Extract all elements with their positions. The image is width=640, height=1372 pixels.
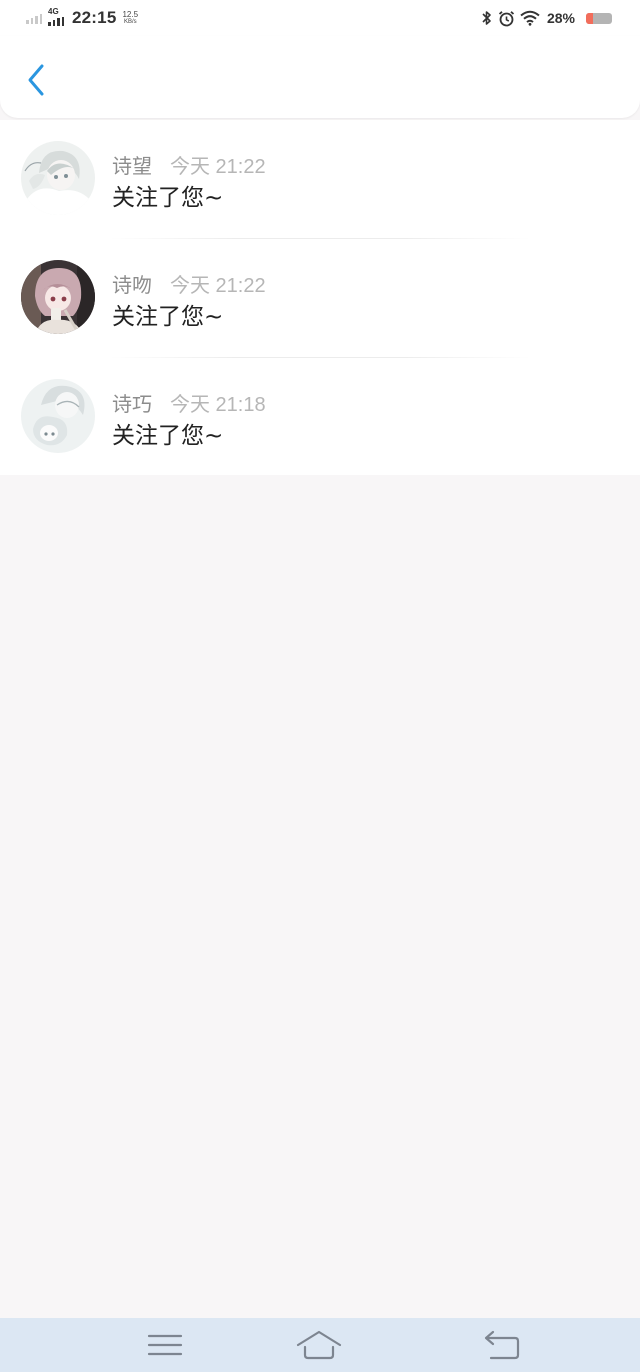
notification-meta: 诗吻 今天 21:22: [112, 269, 266, 298]
bluetooth-icon: [481, 10, 493, 26]
menu-icon: [147, 1334, 183, 1356]
net-speed-value: 12.5: [122, 10, 139, 19]
screen: 4G 22:15 12.5 KB/s 28% 诗望 今天 21:22 关注了您~…: [0, 0, 640, 1372]
alarm-icon: [498, 10, 515, 27]
back-button[interactable]: [18, 60, 54, 100]
home-button[interactable]: [296, 1328, 342, 1362]
back-nav-button[interactable]: [478, 1328, 524, 1362]
home-icon: [296, 1330, 342, 1360]
notification-message: 关注了您~: [112, 423, 224, 449]
notification-meta: 诗望 今天 21:22: [112, 150, 266, 179]
menu-button[interactable]: [142, 1328, 188, 1362]
header: [0, 36, 640, 118]
timestamp: 今天 21:22: [170, 156, 266, 178]
timestamp: 今天 21:22: [170, 275, 266, 297]
network-type-label: 4G: [48, 7, 59, 16]
status-left: 4G 22:15 12.5 KB/s: [26, 7, 139, 28]
timestamp: 今天 21:18: [170, 394, 266, 416]
wifi-icon: [520, 10, 540, 26]
avatar[interactable]: [21, 379, 95, 453]
signal-sim1-icon: [26, 12, 42, 24]
username[interactable]: 诗望: [112, 150, 152, 179]
status-bar: 4G 22:15 12.5 KB/s 28%: [0, 0, 640, 36]
username[interactable]: 诗吻: [112, 269, 152, 298]
notification-item[interactable]: 诗吻 今天 21:22 关注了您~: [0, 239, 640, 358]
net-speed: 12.5 KB/s: [122, 10, 139, 26]
signal-4g-icon: 4G: [48, 7, 68, 28]
notification-message: 关注了您~: [112, 304, 224, 330]
notification-item[interactable]: 诗巧 今天 21:18 关注了您~: [0, 358, 640, 477]
battery-icon: [586, 12, 612, 24]
status-time: 22:15: [72, 8, 117, 27]
notification-message: 关注了您~: [112, 185, 224, 211]
net-speed-unit: KB/s: [123, 19, 137, 25]
battery-percent: 28%: [546, 10, 575, 26]
chevron-left-icon: [28, 64, 44, 96]
status-right: 28%: [481, 8, 612, 28]
notification-meta: 诗巧 今天 21:18: [112, 388, 266, 417]
back-icon: [484, 1330, 520, 1360]
avatar[interactable]: [21, 141, 95, 215]
notification-list: 诗望 今天 21:22 关注了您~ 诗吻 今天 21:22 关注了您~ 诗巧 今…: [0, 120, 640, 475]
username[interactable]: 诗巧: [112, 388, 152, 417]
battery-fill: [586, 12, 594, 24]
avatar[interactable]: [21, 260, 95, 334]
notification-item[interactable]: 诗望 今天 21:22 关注了您~: [0, 120, 640, 239]
system-nav-bar: [0, 1318, 640, 1372]
